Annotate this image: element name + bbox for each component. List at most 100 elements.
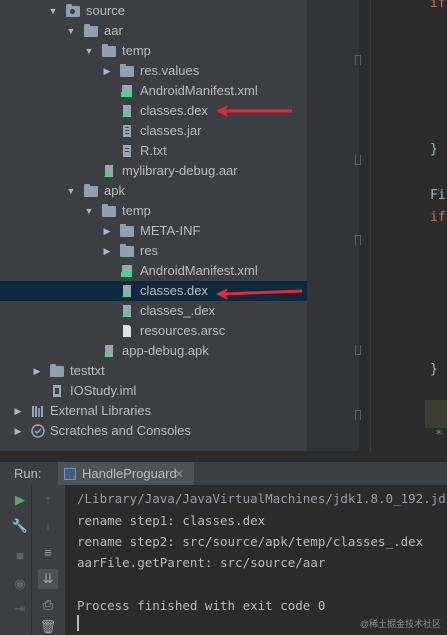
- chevron-right-icon[interactable]: ▶: [102, 221, 112, 241]
- code-editor[interactable]: if } Fi if } /* *: [307, 0, 447, 451]
- chevron-right-icon[interactable]: ▶: [13, 421, 23, 441]
- tree-item-source[interactable]: ▼ source: [0, 1, 307, 21]
- tree-item-label: res: [140, 243, 159, 258]
- close-icon[interactable]: ✕: [174, 462, 184, 486]
- tree-item-iostudy-iml[interactable]: IOStudy.iml: [0, 381, 307, 401]
- tree-item-android-manifest[interactable]: AndroidManifest.xml: [0, 261, 307, 281]
- editor-vertical-guide: [370, 0, 371, 451]
- module-file-icon: [50, 384, 64, 398]
- tree-item-label: mylibrary-debug.aar: [122, 163, 238, 178]
- console-line: rename step2: src/source/apk/temp/classe…: [77, 534, 424, 549]
- chevron-right-icon[interactable]: ▶: [13, 401, 23, 421]
- fold-marker-icon[interactable]: [355, 155, 361, 165]
- tree-item-testtxt[interactable]: ▶ testtxt: [0, 361, 307, 381]
- wrench-icon[interactable]: 🔧: [10, 516, 30, 536]
- tree-item-external-libraries[interactable]: ▶ External Libraries: [0, 401, 307, 421]
- tree-item-label: External Libraries: [50, 403, 152, 418]
- fold-marker-icon[interactable]: [355, 235, 361, 245]
- tree-item-apk[interactable]: ▼ apk: [0, 181, 307, 201]
- file-icon: [120, 324, 134, 338]
- code-line: }: [430, 142, 438, 157]
- tree-item-label: R.txt: [140, 143, 167, 158]
- tree-item-label: META-INF: [140, 223, 201, 238]
- chevron-right-icon[interactable]: ▶: [102, 241, 112, 261]
- tree-item-aar[interactable]: ▼ aar: [0, 21, 307, 41]
- tree-item-temp[interactable]: ▼ temp: [0, 201, 307, 221]
- tree-item-label: resources.arsc: [140, 323, 226, 338]
- code-line: if: [430, 210, 446, 225]
- tree-item-r-txt[interactable]: R.txt: [0, 141, 307, 161]
- tree-item-label: res.values: [140, 63, 200, 78]
- project-tree[interactable]: ▼ source ▼ aar ▼ temp ▶ res.values Andro…: [0, 0, 307, 451]
- fold-marker-icon[interactable]: [355, 410, 361, 420]
- folder-icon: [50, 364, 64, 378]
- exit-icon[interactable]: ⇥: [10, 599, 30, 619]
- dex-file-icon: [120, 284, 134, 298]
- chevron-down-icon[interactable]: ▼: [66, 181, 76, 201]
- scratches-icon: [31, 424, 45, 438]
- tree-item-resources-arsc[interactable]: resources.arsc: [0, 321, 307, 341]
- tree-item-label: classes.dex: [140, 283, 208, 298]
- watermark: @稀土掘金技术社区: [359, 619, 441, 629]
- tree-item-android-manifest[interactable]: AndroidManifest.xml: [0, 81, 307, 101]
- tab-handleproguard[interactable]: HandleProguard ✕: [58, 462, 194, 486]
- rerun-icon[interactable]: ▶: [10, 490, 30, 510]
- jar-file-icon: [120, 124, 134, 138]
- folder-icon: [102, 204, 116, 218]
- console-output[interactable]: /Library/Java/JavaVirtualMachines/jdk1.8…: [65, 485, 447, 635]
- annotation-arrow-icon: [216, 105, 292, 117]
- tree-item-label: AndroidManifest.xml: [140, 263, 258, 278]
- manifest-file-icon: [120, 264, 134, 278]
- tree-item-label: source: [86, 3, 126, 18]
- archive-file-icon: [102, 344, 116, 358]
- tree-item-classes-jar[interactable]: classes.jar: [0, 121, 307, 141]
- console-line: aarFile.getParent: src/source/aar: [77, 555, 326, 570]
- tree-item-scratches[interactable]: ▶ Scratches and Consoles: [0, 421, 307, 441]
- chevron-down-icon[interactable]: ▼: [84, 201, 94, 221]
- tree-item-classes-underscore-dex[interactable]: classes_.dex: [0, 301, 307, 321]
- chevron-down-icon[interactable]: ▼: [84, 41, 94, 61]
- run-config-icon: [64, 468, 76, 480]
- tree-item-label: temp: [122, 43, 151, 58]
- chevron-down-icon[interactable]: ▼: [48, 1, 58, 21]
- text-caret: [77, 615, 79, 631]
- arrow-up-icon[interactable]: ↑: [38, 490, 58, 510]
- code-line: Fi: [430, 188, 446, 203]
- code-line: }: [430, 362, 438, 377]
- annotation-arrow-icon: [216, 288, 303, 300]
- tree-item-label: Scratches and Consoles: [50, 423, 191, 438]
- camera-icon[interactable]: ◉: [10, 574, 30, 594]
- tree-item-label: aar: [104, 23, 123, 38]
- tree-item-temp[interactable]: ▼ temp: [0, 41, 307, 61]
- tree-item-res[interactable]: ▶ res: [0, 241, 307, 261]
- folder-icon: [102, 44, 116, 58]
- arrow-down-icon[interactable]: ↓: [38, 516, 58, 536]
- tab-label: HandleProguard: [82, 466, 177, 481]
- tree-item-res-values[interactable]: ▶ res.values: [0, 61, 307, 81]
- text-file-icon: [120, 144, 134, 158]
- fold-marker-icon[interactable]: [355, 55, 361, 65]
- console-line: /Library/Java/JavaVirtualMachines/jdk1.8…: [77, 491, 447, 506]
- editor-gutter: [307, 0, 359, 451]
- tree-item-label: AndroidManifest.xml: [140, 83, 258, 98]
- toolbar-divider: [31, 485, 32, 635]
- tree-item-meta-inf[interactable]: ▶ META-INF: [0, 221, 307, 241]
- chevron-right-icon[interactable]: ▶: [102, 61, 112, 81]
- folder-icon: [66, 4, 80, 18]
- chevron-right-icon[interactable]: ▶: [32, 361, 42, 381]
- chevron-down-icon[interactable]: ▼: [66, 21, 76, 41]
- soft-wrap-icon[interactable]: ≡: [38, 543, 58, 563]
- scroll-to-end-icon[interactable]: ⇊: [38, 569, 58, 589]
- folder-icon: [120, 244, 134, 258]
- code-line: if: [430, 0, 446, 11]
- dex-file-icon: [120, 104, 134, 118]
- tree-item-mylibrary-aar[interactable]: mylibrary-debug.aar: [0, 161, 307, 181]
- fold-marker-icon[interactable]: [355, 345, 361, 355]
- tree-item-app-debug-apk[interactable]: app-debug.apk: [0, 341, 307, 361]
- trash-icon[interactable]: 🗑: [38, 617, 58, 635]
- tree-item-label: classes_.dex: [140, 303, 216, 318]
- folder-icon: [84, 24, 98, 38]
- stop-icon[interactable]: ■: [10, 546, 30, 566]
- libraries-icon: [31, 404, 45, 418]
- print-icon[interactable]: ⎙: [38, 595, 58, 615]
